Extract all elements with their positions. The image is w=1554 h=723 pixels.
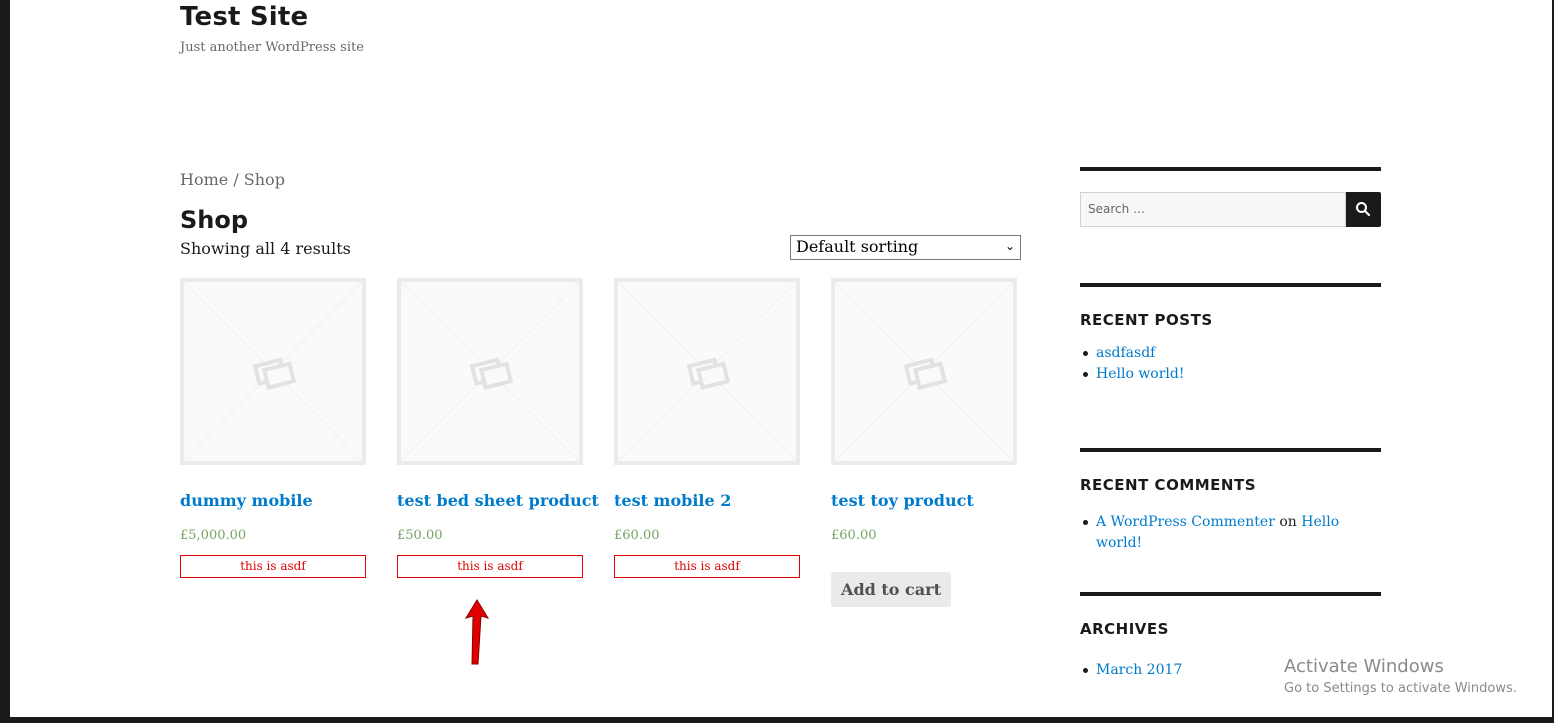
product-title[interactable]: test bed sheet product [397,491,599,510]
recent-posts-list: asdfasdf Hello world! [1080,343,1381,385]
recent-comments-list: A WordPress Commenter on Hello world! [1080,512,1381,554]
page-title: Shop [180,206,249,234]
widget-divider [1080,448,1381,452]
sorting-selected: Default sorting [796,237,919,256]
recent-comments-widget: RECENT COMMENTS A WordPress Commenter on… [1080,448,1381,554]
widget-title: RECENT POSTS [1080,311,1213,329]
widget-divider [1080,283,1381,287]
placeholder-image-icon [618,282,796,461]
placeholder-image-icon [835,282,1013,461]
sorting-select[interactable]: Default sorting ⌄ [790,235,1021,260]
widget-divider [1080,167,1381,171]
page: Test Site Just another WordPress site Ho… [10,0,1552,717]
list-item: Hello world! [1080,364,1381,385]
result-count: Showing all 4 results [180,239,351,258]
red-arrow-icon [464,599,490,665]
product-image[interactable] [180,278,366,465]
product-card: dummy mobile £5,000.00 this is asdf [180,278,366,578]
site-title[interactable]: Test Site [180,2,308,32]
product-title[interactable]: dummy mobile [180,491,313,510]
product-card: test mobile 2 £60.00 this is asdf [614,278,800,578]
placeholder-image-icon [184,282,362,461]
search-form: Search … [1080,192,1381,227]
list-item: A WordPress Commenter on Hello world! [1080,512,1381,554]
widget-title: RECENT COMMENTS [1080,476,1257,494]
widget-divider [1080,592,1381,596]
product-card: test bed sheet product £50.00 this is as… [397,278,599,578]
product-price: £60.00 [831,528,877,543]
product-note: this is asdf [397,555,583,578]
comment-author-link[interactable]: A WordPress Commenter [1096,514,1275,530]
archive-link[interactable]: March 2017 [1096,662,1182,678]
product-title[interactable]: test toy product [831,491,974,510]
site-description: Just another WordPress site [180,40,364,55]
search-icon [1356,202,1371,217]
product-price: £50.00 [397,528,443,543]
product-price: £5,000.00 [180,528,247,543]
product-card: test toy product £60.00 Add to cart [831,278,1017,607]
post-link[interactable]: asdfasdf [1096,345,1155,361]
activation-subtitle: Go to Settings to activate Windows. [1284,681,1517,696]
add-to-cart-button[interactable]: Add to cart [831,572,951,607]
product-title[interactable]: test mobile 2 [614,491,731,510]
breadcrumb[interactable]: Home / Shop [180,170,285,189]
list-item: asdfasdf [1080,343,1381,364]
activation-watermark: Activate Windows Go to Settings to activ… [1284,656,1517,696]
search-button[interactable] [1346,192,1381,227]
chevron-down-icon: ⌄ [1004,239,1015,253]
search-widget: Search … [1080,167,1381,227]
post-link[interactable]: Hello world! [1096,366,1185,382]
product-image[interactable] [831,278,1017,465]
product-price: £60.00 [614,528,660,543]
comment-on-text: on [1279,514,1297,530]
search-input[interactable]: Search … [1080,192,1346,227]
product-note: this is asdf [180,555,366,578]
recent-posts-widget: RECENT POSTS asdfasdf Hello world! [1080,283,1381,385]
placeholder-image-icon [401,282,579,461]
product-image[interactable] [397,278,583,465]
widget-title: ARCHIVES [1080,620,1169,638]
product-note: this is asdf [614,555,800,578]
activation-title: Activate Windows [1284,656,1444,677]
product-image[interactable] [614,278,800,465]
